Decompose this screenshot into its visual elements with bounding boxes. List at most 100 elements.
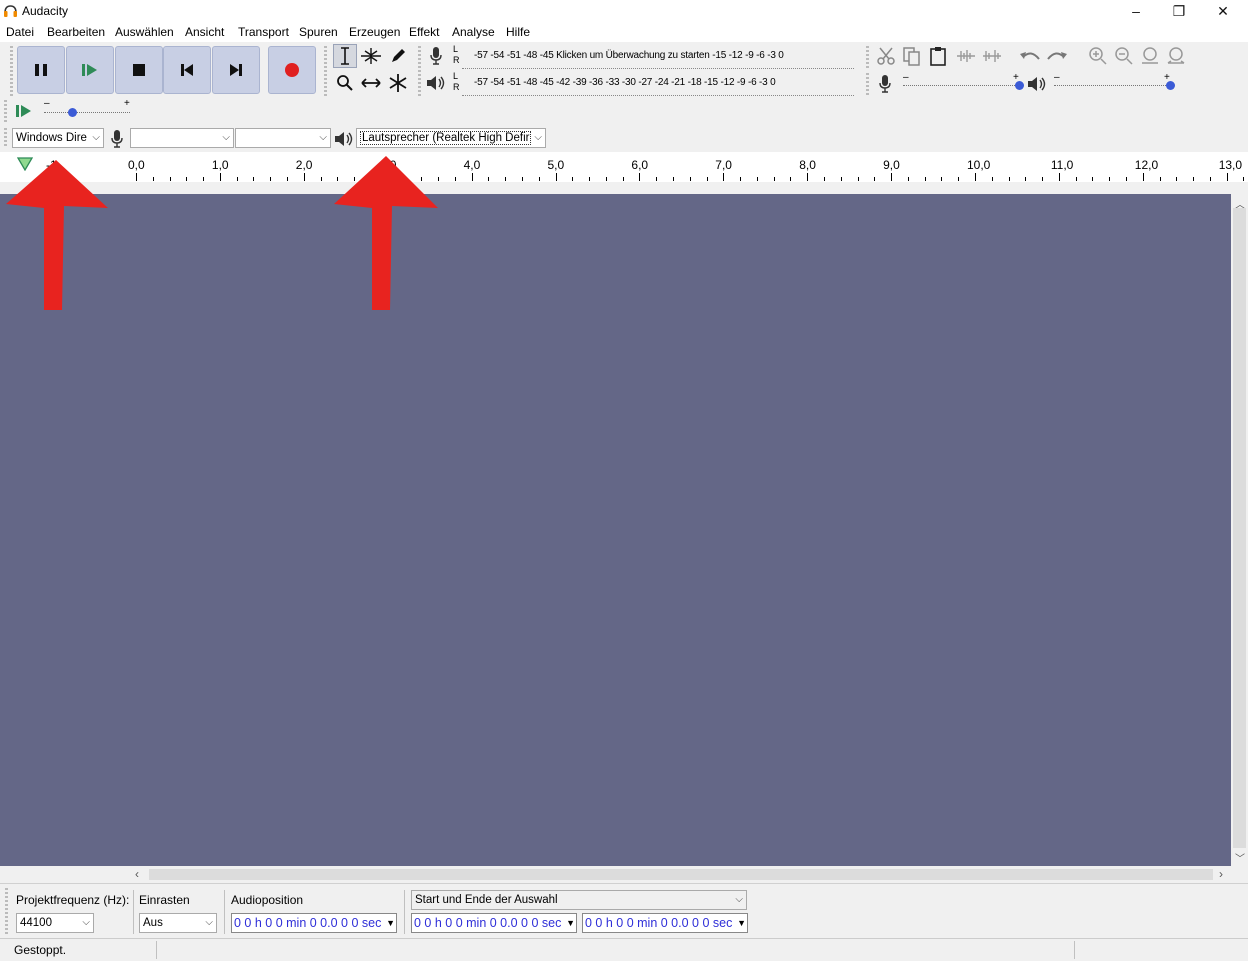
close-button[interactable]: ✕ [1200,0,1246,22]
horizontal-scrollbar[interactable]: ‹ › [133,866,1231,883]
paste-button[interactable] [926,44,950,68]
audacity-logo-icon [4,5,17,17]
stop-button[interactable] [115,46,163,94]
ruler-minor-tick [538,177,540,181]
play-volume-thumb[interactable] [1166,81,1175,90]
menu-erzeugen[interactable]: Erzeugen [349,25,400,39]
pencil-icon [392,49,405,62]
vertical-scrollbar[interactable]: ︿ ﹀ [1231,194,1248,866]
record-volume-thumb[interactable] [1015,81,1024,90]
status-divider [1074,941,1075,959]
selection-end-field[interactable]: 0 0 h 0 0 min 0 0.0 0 0 sec ▼ [582,913,748,933]
record-meter[interactable]: -57 -54 -51 -48 -45 Klicken um Überwachu… [462,46,854,69]
menu-effekt[interactable]: Effekt [409,25,439,39]
zoom-out-button[interactable] [1112,44,1136,68]
chevron-down-icon: ⌵ [534,132,542,143]
menu-transport[interactable]: Transport [238,25,289,39]
draw-tool[interactable] [386,44,410,68]
meter-toolbar-grip[interactable] [418,46,421,96]
selection-mode-select[interactable]: Start und Ende der Auswahl ⌵ [411,890,747,910]
annotation-arrow-left-icon [6,160,108,310]
cut-button[interactable] [874,44,898,68]
trim-button[interactable] [954,44,978,68]
audio-position-field[interactable]: 0 0 h 0 0 min 0 0.0 0 0 sec ▼ [231,913,397,933]
play-at-speed-button[interactable] [12,99,36,123]
ruler-tick-label: 13,0 [1218,158,1243,172]
ruler-minor-tick [1075,177,1077,181]
edit-toolbar-grip[interactable] [866,46,869,68]
project-rate-value: 44100 [20,917,52,929]
project-rate-select[interactable]: 44100 ⌵ [16,913,94,933]
multi-tool[interactable] [386,71,410,95]
silence-button[interactable] [980,44,1004,68]
zoom-in-icon [1089,47,1107,65]
tools-toolbar-grip[interactable] [324,46,327,96]
time-shift-tool[interactable] [359,71,383,95]
ruler-major-tick [807,173,809,181]
record-button[interactable] [268,46,316,94]
play-meter-button[interactable] [424,71,448,95]
playback-device-select[interactable]: Lautsprecher (Realtek High Defir ⌵ [356,128,546,148]
menu-datei[interactable]: Datei [6,25,34,39]
record-volume-slider[interactable] [903,85,1019,87]
time-format-dropdown-icon[interactable]: ▼ [386,914,395,932]
play-volume-slider[interactable] [1054,85,1170,87]
ruler-tick-label: 6,0 [631,158,649,172]
ruler-major-tick [639,173,641,181]
speed-slider[interactable] [44,112,130,114]
selection-toolbar-grip[interactable] [5,888,8,934]
transport-toolbar-grip[interactable] [10,46,13,96]
scroll-left-icon[interactable]: ‹ [135,867,139,881]
snap-select[interactable]: Aus ⌵ [139,913,217,933]
skip-to-end-button[interactable] [212,46,260,94]
ruler-minor-tick [823,177,825,181]
playback-device-speaker-icon [335,132,353,146]
vertical-scroll-thumb[interactable] [1233,208,1246,848]
horizontal-scroll-thumb[interactable] [149,869,1213,880]
play-at-speed-grip[interactable] [4,100,7,122]
scroll-down-icon[interactable]: ﹀ [1235,850,1245,865]
undo-button[interactable] [1018,44,1042,68]
menu-analyse[interactable]: Analyse [452,25,495,39]
copy-button[interactable] [900,44,924,68]
fit-project-button[interactable] [1164,44,1188,68]
speaker-icon [427,76,445,90]
selection-start-field[interactable]: 0 0 h 0 0 min 0 0.0 0 0 sec ▼ [411,913,577,933]
play-button[interactable] [66,46,114,94]
toolbar-area: L R L R -57 -54 -51 -48 -45 Klicken um Ü… [0,42,1248,152]
zoom-in-button[interactable] [1086,44,1110,68]
ruler-minor-tick [857,177,859,181]
recording-device-select[interactable]: ⌵ [130,128,234,148]
restore-button[interactable]: ❐ [1156,0,1202,22]
recording-channels-select[interactable]: ⌵ [235,128,331,148]
record-meter-right-label: R [453,55,460,65]
time-format-dropdown-icon[interactable]: ▼ [737,914,746,932]
menu-spuren[interactable]: Spuren [299,25,338,39]
menu-ansicht[interactable]: Ansicht [185,25,224,39]
menu-auswaehlen[interactable]: Auswählen [115,25,174,39]
speed-slider-thumb[interactable] [68,108,77,117]
skip-to-start-button[interactable] [163,46,211,94]
fit-selection-button[interactable] [1138,44,1162,68]
ruler-minor-tick [589,177,591,181]
selection-tool[interactable] [333,44,357,68]
zoom-tool[interactable] [333,71,357,95]
magnifier-icon [337,75,353,91]
time-format-dropdown-icon[interactable]: ▼ [566,914,575,932]
audio-host-select[interactable]: Windows Dire ⌵ [12,128,104,148]
scroll-right-icon[interactable]: › [1219,867,1223,881]
ruler-minor-tick [756,177,758,181]
mixer-toolbar-grip[interactable] [866,73,869,95]
minimize-button[interactable]: – [1113,0,1159,22]
ruler-minor-tick [773,177,775,181]
menu-bearbeiten[interactable]: Bearbeiten [47,25,105,39]
ruler-minor-tick [1159,177,1161,181]
envelope-tool[interactable] [359,44,383,68]
redo-button[interactable] [1045,44,1069,68]
menu-hilfe[interactable]: Hilfe [506,25,530,39]
device-toolbar-grip[interactable] [4,128,7,148]
ruler-minor-tick [605,177,607,181]
record-meter-button[interactable] [424,44,448,68]
play-meter[interactable]: -57 -54 -51 -48 -45 -42 -39 -36 -33 -30 … [462,73,854,96]
pause-button[interactable] [17,46,65,94]
